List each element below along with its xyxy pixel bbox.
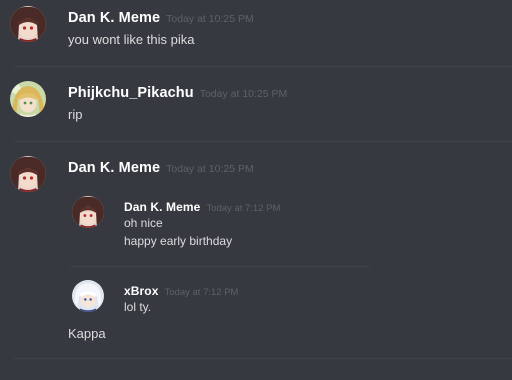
- anime-girl-avatar-icon: [72, 196, 104, 228]
- message-text: rip: [68, 107, 83, 122]
- message-text: Kappa: [68, 326, 106, 341]
- quote-text-line: oh nice: [124, 216, 163, 230]
- author-name[interactable]: Phijkchu_Pikachu: [68, 85, 194, 101]
- quote-timestamp: Today at 7:12 PM: [206, 203, 281, 214]
- quote-text-line: happy early birthday: [124, 234, 233, 248]
- user-avatar[interactable]: [10, 81, 46, 117]
- message-group: Dan K. Meme Today at 10:25 PM you wont li…: [0, 0, 512, 66]
- author-name[interactable]: Dan K. Meme: [68, 160, 160, 176]
- message-group: Phijkchu_Pikachu Today at 10:25 PM rip: [0, 67, 512, 141]
- message-group: Dan K. Meme Today at 10:25 PM Dan K. Meme…: [0, 142, 512, 358]
- quoted-message: Dan K. Meme Today at 7:12 PM oh nice happ…: [68, 194, 368, 264]
- quote-divider: [70, 266, 370, 267]
- message-timestamp: Today at 10:25 PM: [166, 13, 254, 25]
- message-text: you wont like this pika: [68, 32, 195, 47]
- anime-girl-avatar-icon: [10, 156, 46, 192]
- anime-girl-avatar-icon: [10, 6, 46, 42]
- message-timestamp: Today at 10:25 PM: [199, 88, 288, 100]
- quote-author-name[interactable]: xBrox: [124, 284, 159, 298]
- white-hair-character-avatar-icon: [72, 280, 104, 312]
- quote-author-name[interactable]: Dan K. Meme: [124, 200, 200, 214]
- message-divider: [14, 358, 512, 359]
- message-timestamp: Today at 10:25 PM: [166, 163, 254, 175]
- author-name[interactable]: Dan K. Meme: [68, 10, 160, 26]
- user-avatar[interactable]: [10, 156, 46, 192]
- user-avatar[interactable]: [10, 6, 46, 42]
- quote-timestamp: Today at 7:12 PM: [164, 287, 239, 298]
- quote-avatar[interactable]: [72, 196, 104, 228]
- quote-text-line: lol ty.: [124, 300, 152, 314]
- blonde-character-avatar-icon: [10, 81, 46, 117]
- quote-avatar[interactable]: [72, 280, 104, 312]
- quoted-message: xBrox Today at 7:12 PM lol ty.: [68, 278, 368, 322]
